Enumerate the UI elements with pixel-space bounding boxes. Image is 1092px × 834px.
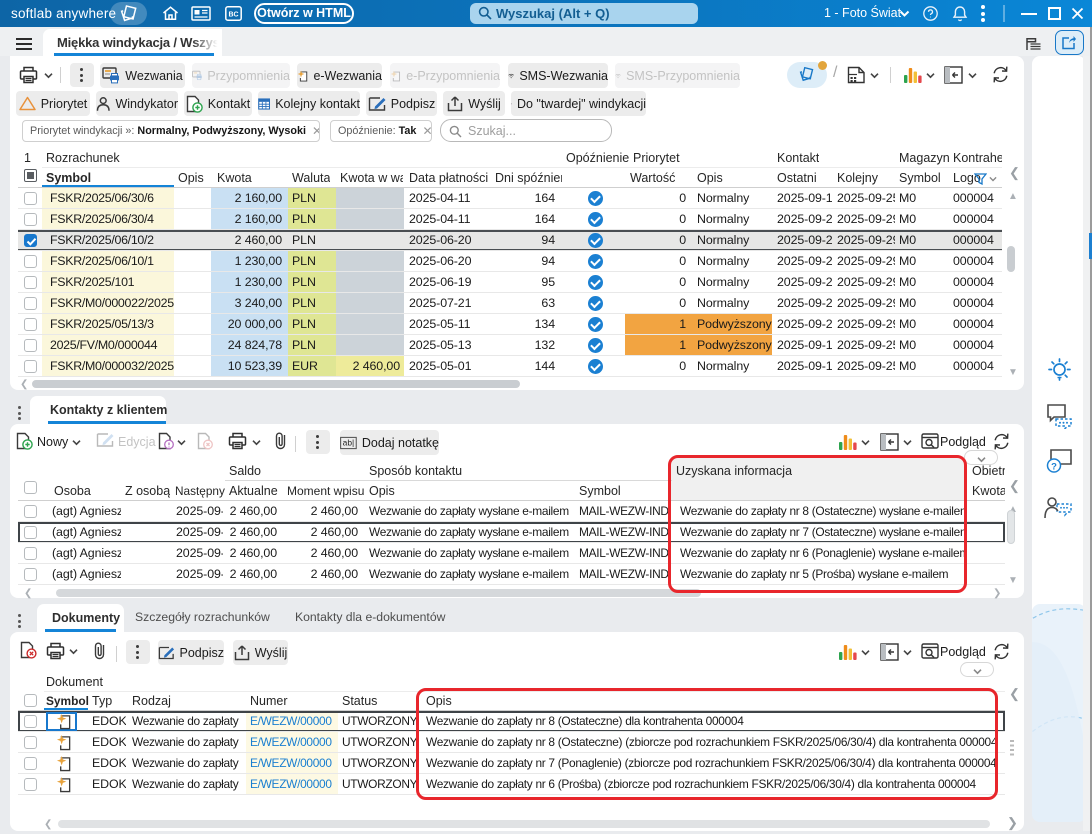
svg-text:ab|: ab| xyxy=(343,437,355,447)
svg-text:?: ? xyxy=(1051,462,1057,473)
svg-text:BC: BC xyxy=(228,12,238,19)
